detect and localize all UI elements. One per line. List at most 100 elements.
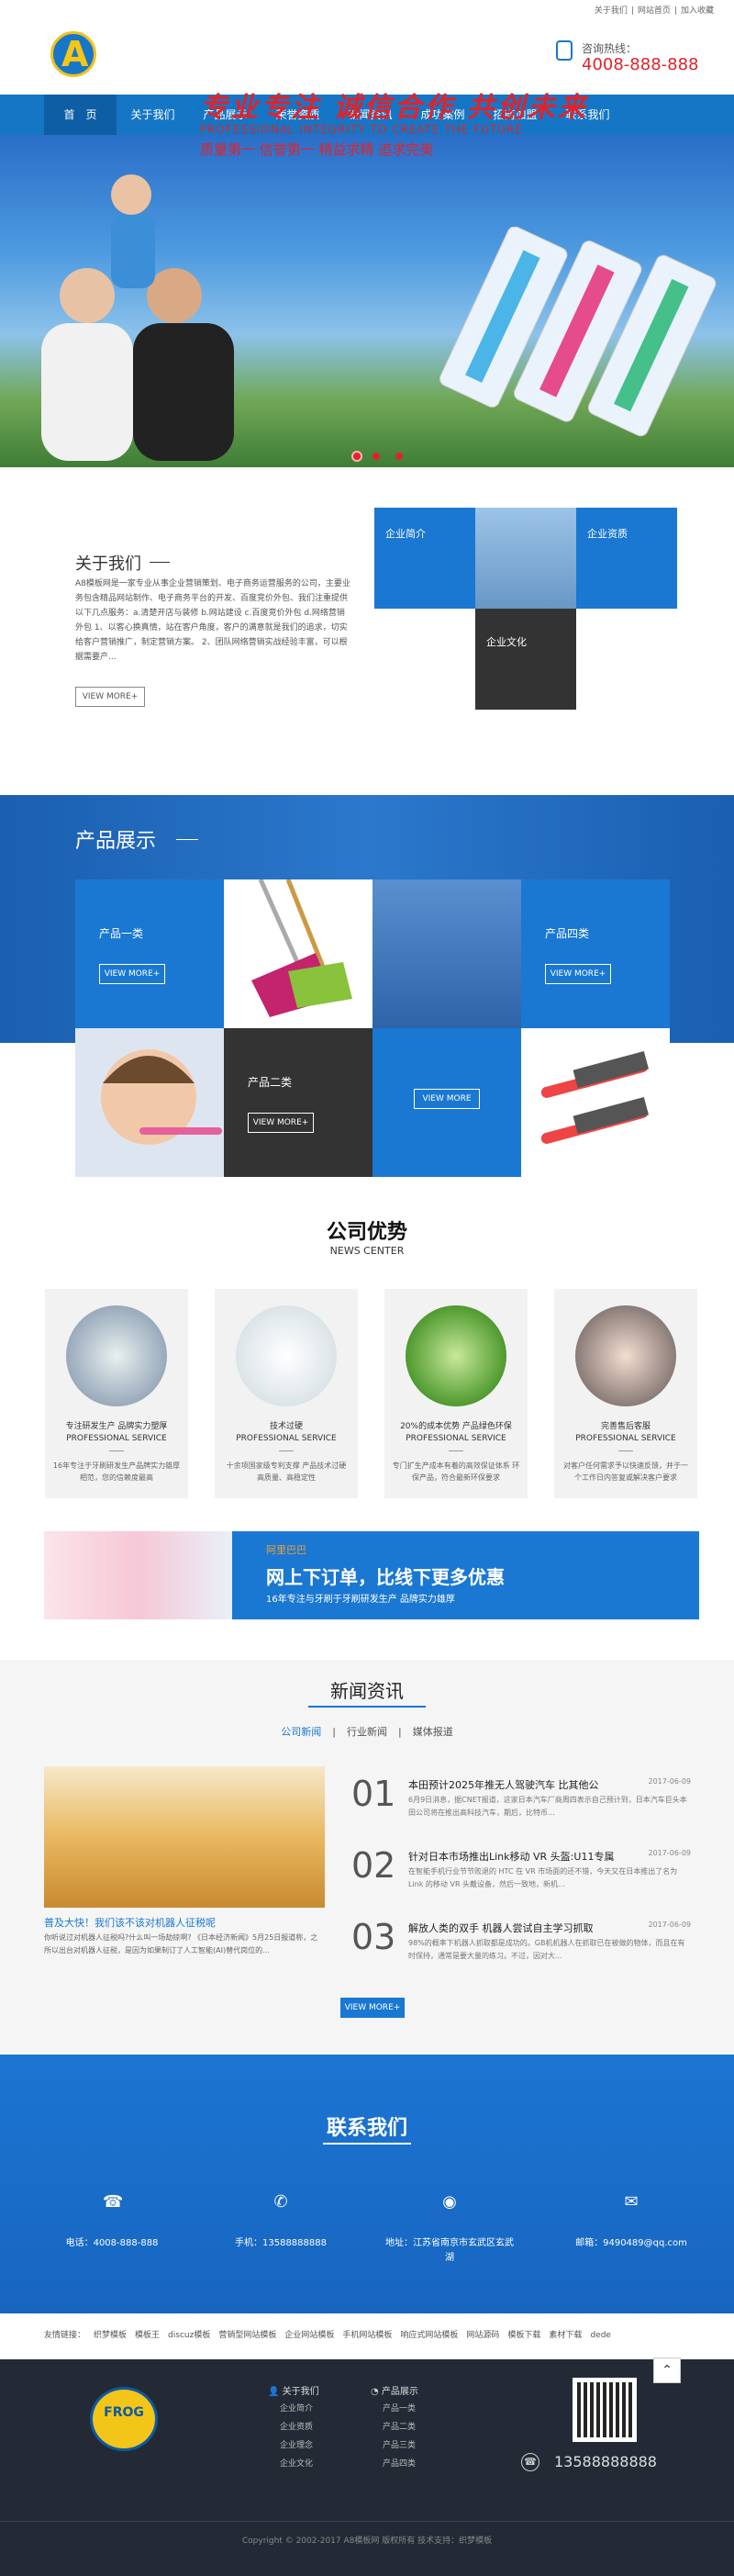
products-more-card[interactable]: VIEW MORE [373,1028,521,1177]
nurse-image [236,1305,337,1406]
advantage-card[interactable]: 技术过硬 PROFESSIONAL SERVICE 十余项国家级专利支撑 产品技… [215,1289,358,1498]
site-logo[interactable] [50,31,96,77]
product-cat2-more-button[interactable]: VIEW MORE+ [248,1113,314,1133]
friend-link[interactable]: discuz模板 [168,2331,210,2340]
tile-company-culture[interactable]: 企业文化 [475,609,576,710]
news-title: 新闻资讯 [330,1680,404,1702]
about-title-line [150,562,170,563]
top-link-favorite[interactable]: 加入收藏 [681,6,714,16]
friend-links-label: 友情链接： [44,2331,86,2340]
product-cat1-more-button[interactable]: VIEW MORE+ [99,964,165,984]
top-links: 关于我们 | 网站首页 | 加入收藏 [591,4,714,16]
divider [279,1450,294,1451]
news-item[interactable]: 01 本田预计2025年推无人驾驶汽车 比其他公 2017-06-09 6月9日… [351,1774,691,1836]
friend-link[interactable]: dede [590,2331,611,2340]
footer-link[interactable]: 产品三类 [383,2438,416,2450]
advantage-title: 20%的成本优势 产品绿色环保 [400,1422,512,1431]
nav-about[interactable]: 关于我们 [117,95,189,135]
news-title[interactable]: 针对日本市场推出Link移动 VR 头盔:U11专属 [408,1849,628,1864]
banner-slogan: 专业专注 诚信合作 共创未来 [200,92,588,124]
footer-phone-icon: ☎ [521,2453,539,2471]
advantage-card[interactable]: 20%的成本优势 产品绿色环保 PROFESSIONAL SERVICE 专门扩… [384,1289,528,1498]
tile-label: 企业简介 [385,528,426,540]
footer-link[interactable]: 企业简介 [280,2402,313,2414]
broom-product-image[interactable] [224,878,373,1028]
product-cat4-more-button[interactable]: VIEW MORE+ [545,964,611,984]
friend-link[interactable]: 响应式网站模板 [400,2331,458,2340]
contact-address: 地址：江苏省南京市玄武区玄武湖 [385,2238,514,2263]
footer-link[interactable]: 产品二类 [383,2420,416,2432]
news-date: 2017-06-09 [648,1921,692,1929]
advantage-subtitle: PROFESSIONAL SERVICE [406,1434,506,1443]
nav-home[interactable]: 首 页 [44,95,117,135]
promo-brand-logo: 阿里巴巴 [266,1544,306,1556]
promo-subtext: 16年专注与牙刷于牙刷研发生产 品牌实力雄厚 [266,1595,455,1605]
wheat-field-image[interactable] [44,1766,325,1908]
about-more-button[interactable]: VIEW MORE+ [75,687,145,707]
products-title-line [176,839,198,840]
mail-icon: ✉ [624,2192,639,2212]
brush-product-image[interactable] [521,1028,670,1177]
hotline-label: 咨询热线： [582,42,638,55]
advantage-title: 专注研发生产 品牌实力塑厚 [65,1422,168,1431]
product-cat2-card[interactable]: 产品二类 VIEW MORE+ [224,1028,373,1177]
baby-brushing-image[interactable] [75,1028,224,1177]
back-to-top-button[interactable]: ⌃ [653,2358,681,2383]
footer-products-heading[interactable]: ◔ 产品展示 [371,2383,418,2397]
tab-industry-news[interactable]: 行业新闻 [347,1726,387,1738]
slide-dot-2[interactable] [373,453,380,460]
footer-phone: 13588888888 [554,2453,657,2470]
footer-link[interactable]: 产品四类 [383,2457,416,2469]
about-title: 关于我们 [75,554,141,574]
advantage-card[interactable]: 完善售后客服 PROFESSIONAL SERVICE 对客户任何需求予以快速反… [554,1289,697,1498]
tile-company-intro[interactable]: 企业简介 [374,508,475,609]
news-item[interactable]: 02 针对日本市场推出Link移动 VR 头盔:U11专属 2017-06-09… [351,1845,691,1908]
products-more-button[interactable]: VIEW MORE [414,1089,480,1109]
friend-links: 友情链接： 织梦模板 模板王 discuz模板 营销型网站模板 企业网站模板 手机网站模板响… [44,2328,619,2340]
friend-link[interactable]: 模板下载 [507,2331,540,2340]
footer-about-label: 关于我们 [282,2387,319,2397]
customer-service-image [575,1305,676,1406]
news-item[interactable]: 03 解放人类的双手 机器人尝试自主学习抓取 2017-06-09 98%的概率… [351,1917,691,1979]
hero-banner[interactable] [0,135,734,467]
advantage-title: 技术过硬 [269,1422,303,1431]
top-link-home[interactable]: 网站首页 [638,6,671,16]
friend-link[interactable]: 素材下载 [549,2331,582,2340]
contact-mobile: 手机：13588888888 [235,2238,327,2248]
advantages-subtitle: NEWS CENTER [329,1245,405,1257]
friend-link[interactable]: 模板王 [135,2331,160,2340]
advantage-text: 十余项国家级专利支撑 产品技术过硬 高质量、高稳定性 [226,1462,347,1482]
footer-about-heading[interactable]: 👤 关于我们 [268,2383,319,2397]
copyright: Copyright © 2002-2017 A8模板网 版权所有 技术支持：织梦… [241,2537,493,2546]
friend-link[interactable]: 网站源码 [466,2331,499,2340]
footer-link[interactable]: 企业理念 [280,2438,313,2450]
advantage-card[interactable]: 专注研发生产 品牌实力塑厚 PROFESSIONAL SERVICE 16年专注… [45,1289,188,1498]
news-title[interactable]: 本田预计2025年推无人驾驶汽车 比其他公 [408,1777,628,1792]
friend-link[interactable]: 营销型网站模板 [218,2331,276,2340]
news-title[interactable]: 解放人类的双手 机器人尝试自主学习抓取 [408,1921,628,1935]
friend-link[interactable]: 企业网站模板 [284,2331,334,2340]
slide-dot-3[interactable] [395,453,403,460]
slide-dot-1[interactable] [351,451,362,462]
advantages-title: 公司优势 [326,1221,407,1244]
footer-link[interactable]: 产品一类 [383,2402,416,2414]
location-icon: ◉ [442,2192,457,2212]
tab-company-news[interactable]: 公司新闻 [281,1726,321,1738]
advantage-text: 16年专注于牙刷研发生产品牌实力雄厚相范，您的信赖度最高 [52,1462,181,1482]
tab-media-reports[interactable]: 媒体报道 [413,1726,453,1738]
footer-link[interactable]: 企业资质 [280,2420,313,2432]
product-cat1-card[interactable]: 产品一类 VIEW MORE+ [75,879,224,1028]
contact-phone: 电话：4008-888-888 [65,2238,159,2248]
news-number: 03 [351,1917,396,1957]
phone-icon: ☎ [103,2192,124,2212]
advantage-text: 专门扩生产成本有着的高效保证体系 环保产品，符合最新环保要求 [392,1462,520,1482]
footer-link[interactable]: 企业文化 [280,2457,313,2469]
friend-link[interactable]: 织梦模板 [94,2331,127,2340]
featured-news-text: 你听说过对机器人征税吗?什么叫一场劫掠啊? 《日本经济新闻》5月25日报道称，之… [44,1933,318,1954]
tile-company-qualification[interactable]: 企业资质 [576,508,677,609]
friend-link[interactable]: 手机网站模板 [342,2331,392,2340]
top-link-about[interactable]: 关于我们 [595,6,628,16]
featured-news-title[interactable]: 普及大快！我们该不该对机器人征税呢 [44,1915,216,1930]
news-more-button[interactable]: VIEW MORE+ [340,1998,405,2018]
product-cat4-card[interactable]: 产品四类 VIEW MORE+ [521,879,670,1028]
